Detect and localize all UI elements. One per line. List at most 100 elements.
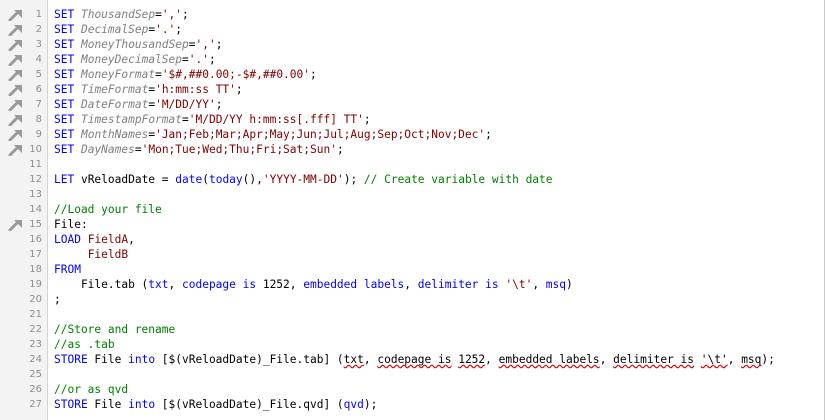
line-number: 10 [29, 144, 42, 155]
code-token: 'YYYY-MM-DD' [262, 173, 344, 186]
code-line[interactable]: 10 SET DayNames='Mon;Tue;Wed;Thu;Fri;Sat;… [0, 142, 825, 157]
code-line[interactable]: 11 [0, 157, 825, 172]
code-token: //or as qvd [54, 383, 129, 396]
code-line[interactable]: 20; [0, 292, 825, 307]
code-line[interactable]: 21 [0, 307, 825, 322]
line-number: 1 [35, 9, 42, 20]
code-line[interactable]: 26 //or as qvd [0, 382, 825, 397]
code-text: FROM [54, 262, 81, 277]
code-token: ; [485, 128, 492, 141]
pin-arrow-icon [8, 130, 22, 141]
line-number: 20 [29, 294, 42, 305]
code-token: [$(vReloadDate)_File.qvd] ( [155, 398, 344, 411]
line-number: 14 [29, 204, 42, 215]
code-token: TimestampFormat [80, 113, 183, 126]
line-number: 5 [35, 69, 42, 80]
code-text: File: [54, 217, 88, 232]
code-line[interactable]: 9 SET MonthNames='Jan;Feb;Mar;Apr;May;Jun… [0, 127, 825, 142]
code-token: [$(vReloadDate)_File.tab] ( [155, 353, 344, 366]
line-number: 18 [29, 264, 42, 275]
code-line[interactable]: 22 //Store and rename [0, 322, 825, 337]
code-token: LET [54, 173, 75, 186]
code-line[interactable]: 16 LOAD FieldA, [0, 232, 825, 247]
code-token: MoneyThousandSep [80, 38, 189, 51]
code-token: today [208, 173, 243, 186]
code-line[interactable]: 12 LET vReloadDate = date(today(),'YYYY-M… [0, 172, 825, 187]
code-line[interactable]: 17 FieldB [0, 247, 825, 262]
code-token: ; [208, 53, 216, 66]
code-text: SET MoneyFormat='$#,##0.00;-$#,##0.00'; [54, 67, 317, 82]
code-line[interactable]: 4 SET MoneyDecimalSep='.'; [0, 52, 825, 67]
code-line[interactable]: 24 STORE File into [$(vReloadDate)_File.t… [0, 352, 825, 367]
code-token: MoneyDecimalSep [80, 53, 183, 66]
code-token: SET [54, 83, 75, 96]
code-token: = [182, 53, 189, 66]
code-line[interactable]: 6 SET TimeFormat='h:mm:ss TT'; [0, 82, 825, 97]
code-line[interactable]: 23 //as .tab [0, 337, 825, 352]
code-token: 'M/DD/YY' [155, 98, 216, 111]
code-line[interactable]: 5 SET MoneyFormat='$#,##0.00;-$#,##0.00'; [0, 67, 825, 82]
code-line[interactable]: 14 //Load your file [0, 202, 825, 217]
code-token: File.tab ( [54, 278, 149, 291]
code-token: DateFormat [80, 98, 149, 111]
code-line[interactable]: 15 File: [0, 217, 825, 232]
code-line[interactable]: 3 SET MoneyThousandSep=','; [0, 37, 825, 52]
code-token: , [168, 278, 182, 291]
code-text: //as .tab [54, 337, 115, 352]
code-line[interactable]: 2 SET DecimalSep='.'; [0, 22, 825, 37]
line-number: 24 [29, 354, 42, 365]
code-token: FROM [54, 263, 81, 276]
code-token: // Create variable with date [363, 173, 553, 186]
code-line[interactable]: 13 [0, 187, 825, 202]
pin-arrow-icon [8, 100, 22, 111]
code-token: MonthNames [80, 128, 149, 141]
code-line[interactable]: 25 [0, 367, 825, 382]
pin-arrow-icon [8, 25, 22, 36]
code-text: LOAD FieldA, [54, 232, 135, 247]
code-line[interactable]: 7 SET DateFormat='M/DD/YY'; [0, 97, 825, 112]
script-editor[interactable]: 1 SET ThousandSep=','; 2 SET DecimalSep='.'… [0, 0, 825, 420]
code-line[interactable]: 27 STORE File into [$(vReloadDate)_File.q… [0, 397, 825, 412]
code-text: //Load your file [54, 202, 162, 217]
code-token: File [87, 353, 129, 366]
line-number: 8 [35, 114, 42, 125]
code-line[interactable]: 19 File.tab (txt, codepage is 1252, embe… [0, 277, 825, 292]
code-token: SET [54, 113, 75, 126]
code-token: ; [182, 8, 189, 21]
code-token: date [175, 173, 203, 186]
code-token: codepage is [182, 278, 257, 291]
code-token: SET [54, 38, 75, 51]
code-token: FieldB [87, 248, 129, 261]
line-number: 9 [35, 129, 42, 140]
code-line[interactable]: 1 SET ThousandSep=','; [0, 7, 825, 22]
code-lines[interactable]: 1 SET ThousandSep=','; 2 SET DecimalSep='.'… [0, 7, 825, 412]
code-token: ); [343, 173, 364, 186]
code-text: SET MoneyDecimalSep='.'; [54, 52, 216, 67]
code-token: DayNames [80, 143, 135, 156]
code-token: STORE [54, 398, 88, 411]
code-token: = [188, 38, 196, 51]
code-token: ',' [195, 38, 216, 51]
line-number: 15 [29, 219, 42, 230]
code-token: codepage is [377, 353, 452, 366]
code-token: msq [741, 353, 762, 366]
code-token: ; [175, 23, 183, 36]
pin-arrow-icon [8, 55, 22, 66]
code-token: ) [566, 278, 573, 291]
code-token: 'h:mm:ss TT' [155, 83, 236, 96]
code-token: //Store and rename [54, 323, 176, 336]
code-line[interactable]: 8 SET TimestampFormat='M/DD/YY h:mm:ss[.f… [0, 112, 825, 127]
code-line[interactable]: 18 FROM [0, 262, 825, 277]
code-token: msq [545, 278, 567, 291]
code-token: SET [54, 143, 75, 156]
code-token: , [404, 278, 418, 291]
code-token: ; [54, 293, 61, 306]
code-token: txt [343, 353, 364, 366]
